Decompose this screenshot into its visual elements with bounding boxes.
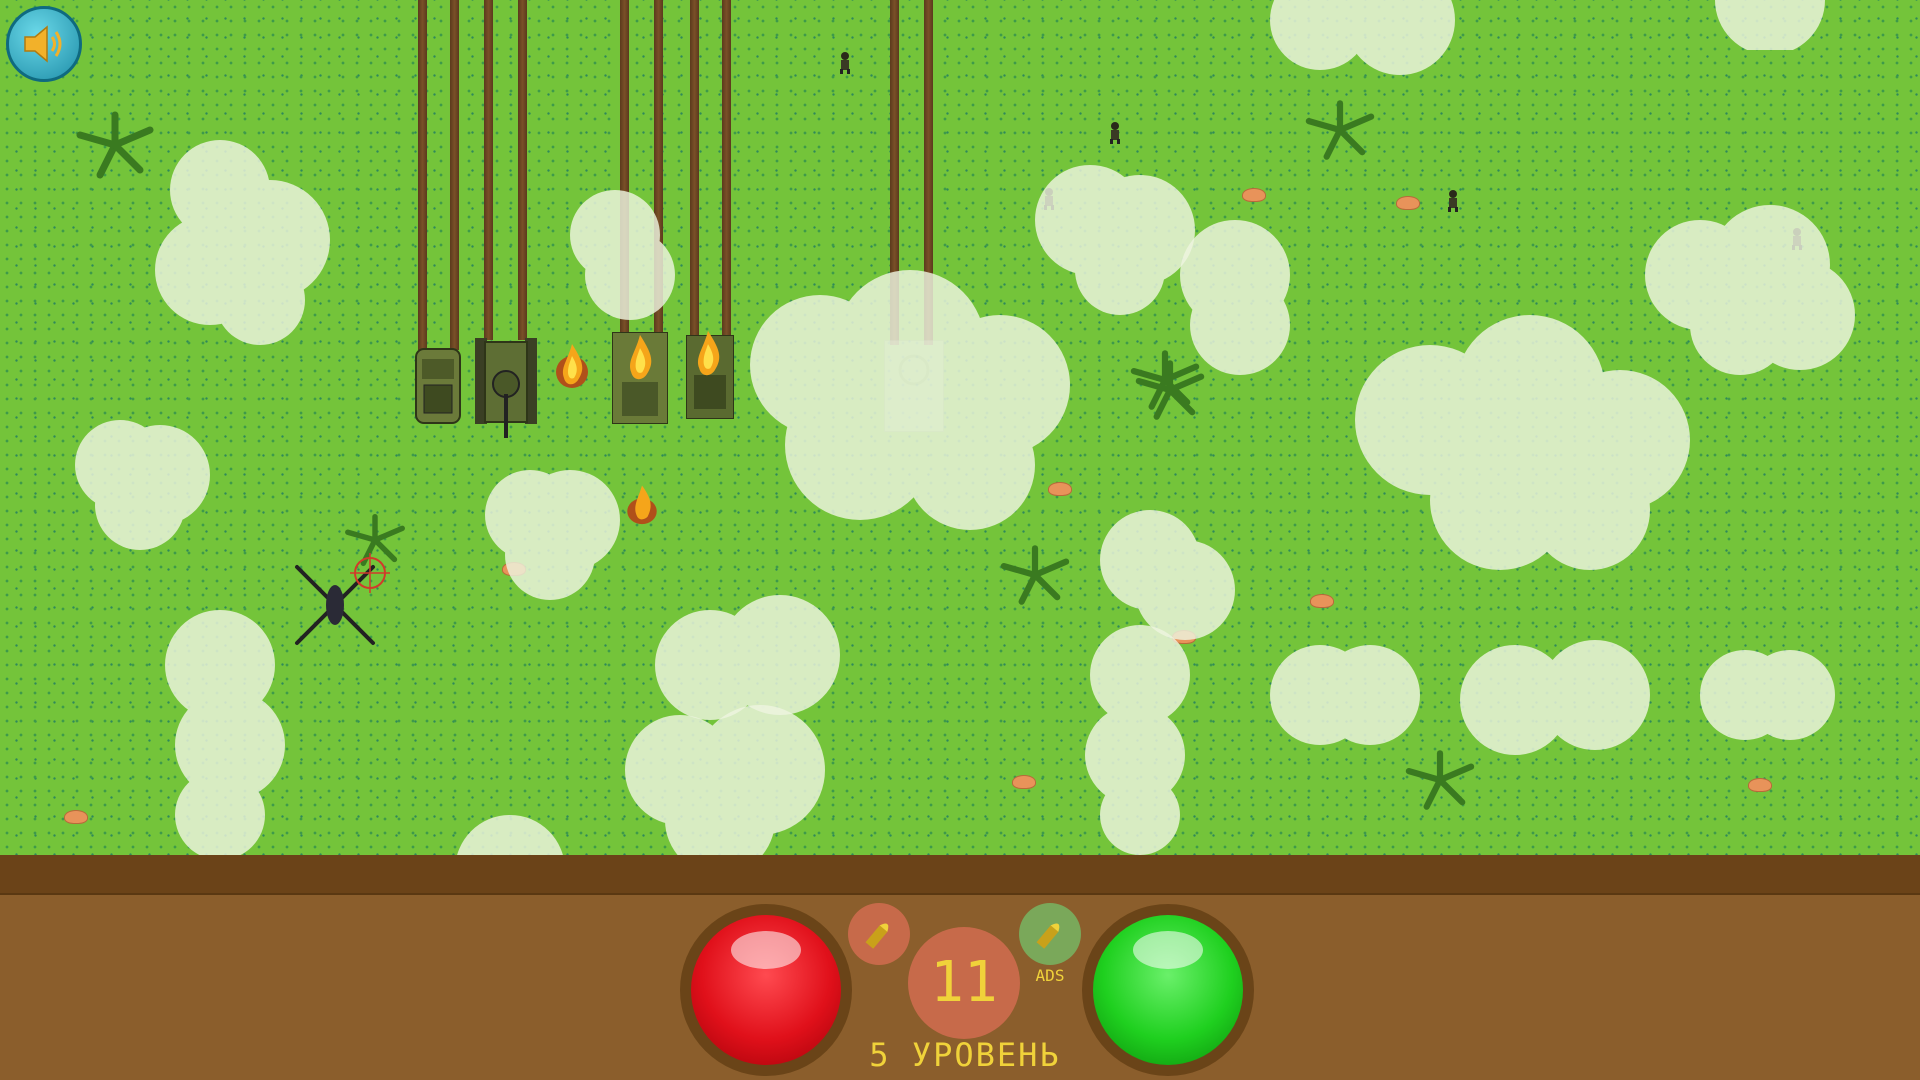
fire-explosion [698,330,720,376]
tank [475,338,537,438]
enemy-soldier [1110,122,1120,144]
tank-track [418,0,427,350]
cloud [165,610,285,855]
palm-tree [1000,545,1070,605]
score-value: 11 [930,950,998,1015]
ads-label: ADS [1035,966,1065,985]
enemy-soldier [840,52,850,74]
cloud [485,470,620,600]
rock [1748,778,1772,792]
cloud [570,190,675,320]
cloud [1700,650,1835,740]
fire-explosion [630,334,652,380]
level-label: 5 УРОВЕНЬ [869,1036,1061,1074]
cloud [1355,315,1690,570]
cloud [1085,625,1190,855]
cloud [1645,205,1855,375]
tank-track [450,0,459,350]
rock [64,810,88,824]
sound-toggle-button[interactable] [6,6,82,82]
score-badge: 11 [908,927,1020,1039]
tank-track [722,0,731,340]
fire-explosion [556,344,588,388]
cloud [625,705,825,855]
cloud [1180,220,1290,375]
cloud [1715,0,1825,50]
ammo-button[interactable] [848,903,910,965]
crosshair-icon [350,553,390,593]
enemy-soldier [1448,190,1458,212]
tank-track [518,0,527,340]
game-field[interactable] [0,0,1920,855]
panel-top-bar [0,855,1920,895]
cloud [1460,640,1650,755]
tank-track [690,0,699,340]
rock [1242,188,1266,202]
cloud [457,815,563,855]
tank-track [484,0,493,340]
bullet-icon [865,923,889,949]
cloud [75,420,210,550]
speaker-icon [24,25,62,63]
cloud [750,270,1070,530]
rock [1396,196,1420,210]
bullet-icon [1036,923,1060,949]
palm-tree [76,111,154,179]
armored-car [415,348,461,424]
palm-tree [1305,100,1375,160]
rock [1012,775,1036,789]
cloud [1270,645,1420,745]
cloud [155,140,330,345]
cloud [1270,0,1455,75]
ads-ammo-button[interactable] [1019,903,1081,965]
rock [1310,594,1334,608]
